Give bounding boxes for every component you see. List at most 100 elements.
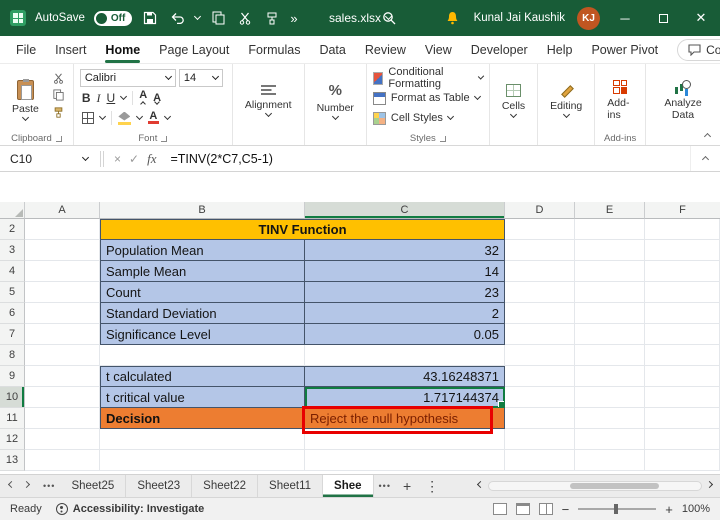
cell-A5[interactable] xyxy=(25,282,100,303)
user-name[interactable]: Kunal Jai Kaushik xyxy=(474,12,565,24)
row-header-11[interactable]: 11 xyxy=(0,408,25,429)
column-header-a[interactable]: A xyxy=(25,202,100,219)
cell-A2[interactable] xyxy=(25,219,100,240)
cell-A12[interactable] xyxy=(25,429,100,450)
select-all-corner[interactable] xyxy=(0,202,25,219)
font-dialog-launcher-icon[interactable] xyxy=(161,136,167,142)
cell-C8[interactable] xyxy=(305,345,505,366)
cell-B6[interactable]: Standard Deviation xyxy=(100,303,305,324)
cell-C11[interactable]: Reject the null hypothesis xyxy=(305,408,505,429)
cell-B9[interactable]: t calculated xyxy=(100,366,305,387)
page-layout-view-icon[interactable] xyxy=(516,503,530,515)
cell-D3[interactable] xyxy=(505,240,575,261)
close-button[interactable]: ✕ xyxy=(688,5,714,31)
cell-B8[interactable] xyxy=(100,345,305,366)
conditional-formatting-button[interactable]: Conditional Formatting xyxy=(373,69,483,87)
format-as-table-button[interactable]: Format as Table xyxy=(373,89,483,107)
scroll-right-icon[interactable] xyxy=(706,481,713,488)
enter-icon[interactable]: ✓ xyxy=(129,152,139,166)
tab-data[interactable]: Data xyxy=(319,36,345,64)
cut-icon[interactable] xyxy=(236,10,254,26)
copy-icon[interactable] xyxy=(209,10,227,26)
tab-developer[interactable]: Developer xyxy=(471,36,528,64)
cell-E8[interactable] xyxy=(575,345,645,366)
cell-D5[interactable] xyxy=(505,282,575,303)
autosave-toggle[interactable]: Off xyxy=(94,11,132,26)
horizontal-scrollbar[interactable] xyxy=(470,475,720,497)
name-box[interactable]: C10 xyxy=(0,146,96,171)
cell-F4[interactable] xyxy=(645,261,720,282)
cell-A3[interactable] xyxy=(25,240,100,261)
tab-home[interactable]: Home xyxy=(105,36,140,64)
cell-A13[interactable] xyxy=(25,450,100,471)
cell-B11[interactable]: Decision xyxy=(100,408,305,429)
cell-F9[interactable] xyxy=(645,366,720,387)
user-avatar[interactable]: KJ xyxy=(577,7,600,30)
normal-view-icon[interactable] xyxy=(493,503,507,515)
maximize-button[interactable] xyxy=(650,5,676,31)
sheet-tab-sheet23[interactable]: Sheet23 xyxy=(126,475,192,497)
analyze-data-button[interactable]: Analyze Data xyxy=(652,69,714,131)
column-header-d[interactable]: D xyxy=(505,202,575,219)
tab-formulas[interactable]: Formulas xyxy=(248,36,300,64)
cell-F2[interactable] xyxy=(645,219,720,240)
cell-E9[interactable] xyxy=(575,366,645,387)
cell-C7[interactable]: 0.05 xyxy=(305,324,505,345)
cell-C12[interactable] xyxy=(305,429,505,450)
scrollbar-track[interactable] xyxy=(488,481,702,491)
cell-A4[interactable] xyxy=(25,261,100,282)
sheet-tab-sheet25[interactable]: Sheet25 xyxy=(60,475,126,497)
sheet-tab-sheet11[interactable]: Sheet11 xyxy=(258,475,323,497)
cell-E6[interactable] xyxy=(575,303,645,324)
cell-C3[interactable]: 32 xyxy=(305,240,505,261)
cell-E10[interactable] xyxy=(575,387,645,408)
cell-F12[interactable] xyxy=(645,429,720,450)
cell-C5[interactable]: 23 xyxy=(305,282,505,303)
number-button[interactable]: % Number xyxy=(311,69,360,131)
cell-B13[interactable] xyxy=(100,450,305,471)
cell-E13[interactable] xyxy=(575,450,645,471)
cell-A10[interactable] xyxy=(25,387,100,408)
row-header-13[interactable]: 13 xyxy=(0,450,25,471)
cell-B3[interactable]: Population Mean xyxy=(100,240,305,261)
cell-A8[interactable] xyxy=(25,345,100,366)
row-header-8[interactable]: 8 xyxy=(0,345,25,366)
addins-button[interactable]: Add-ins xyxy=(601,69,639,131)
zoom-in-icon[interactable]: + xyxy=(665,502,673,517)
cell-F10[interactable] xyxy=(645,387,720,408)
cell-D4[interactable] xyxy=(505,261,575,282)
name-box-splitter[interactable] xyxy=(100,151,104,167)
column-header-e[interactable]: E xyxy=(575,202,645,219)
increase-font-icon[interactable]: A xyxy=(139,90,147,106)
cells-button[interactable]: Cells xyxy=(496,69,531,131)
tab-review[interactable]: Review xyxy=(365,36,406,64)
scrollbar-thumb[interactable] xyxy=(570,483,659,489)
cell-E11[interactable] xyxy=(575,408,645,429)
cell-B2-merged-title[interactable]: TINV Function xyxy=(100,219,505,240)
tab-insert[interactable]: Insert xyxy=(55,36,86,64)
tab-power-pivot[interactable]: Power Pivot xyxy=(591,36,658,64)
cell-F6[interactable] xyxy=(645,303,720,324)
cell-E2[interactable] xyxy=(575,219,645,240)
column-header-f[interactable]: F xyxy=(645,202,720,219)
cell-D2[interactable] xyxy=(505,219,575,240)
font-size-combo[interactable]: 14 xyxy=(179,69,223,87)
cell-A6[interactable] xyxy=(25,303,100,324)
cell-F3[interactable] xyxy=(645,240,720,261)
row-header-5[interactable]: 5 xyxy=(0,282,25,303)
toolbar-overflow-icon[interactable]: » xyxy=(290,11,297,26)
cell-A11[interactable] xyxy=(25,408,100,429)
cell-B5[interactable]: Count xyxy=(100,282,305,303)
alignment-button[interactable]: Alignment xyxy=(239,69,298,131)
cell-C10-active[interactable]: 1.717144374 xyxy=(305,387,505,408)
excel-app-icon[interactable] xyxy=(10,10,26,26)
minimize-button[interactable]: ─ xyxy=(612,5,638,31)
more-sheets-left-icon[interactable]: ••• xyxy=(38,475,60,497)
fill-color-dropdown-icon[interactable] xyxy=(136,113,143,120)
cell-A7[interactable] xyxy=(25,324,100,345)
save-icon[interactable] xyxy=(141,10,159,26)
cell-A9[interactable] xyxy=(25,366,100,387)
new-sheet-button[interactable]: + xyxy=(396,475,418,497)
cell-B7[interactable]: Significance Level xyxy=(100,324,305,345)
row-header-2[interactable]: 2 xyxy=(0,219,25,240)
